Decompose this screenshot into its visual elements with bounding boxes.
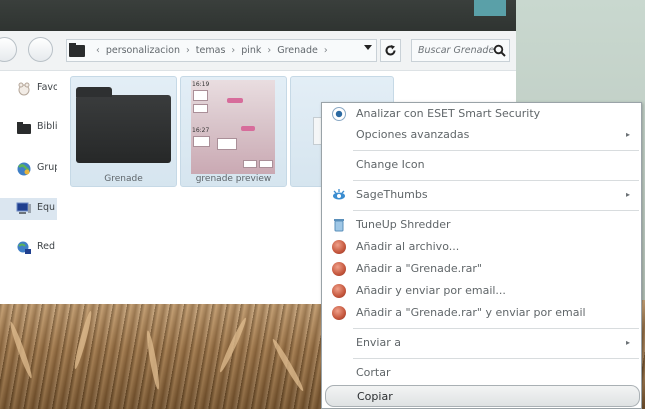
submenu-arrow-icon: ▸ [625, 338, 630, 347]
sidebar-item-network[interactable]: Red [0, 237, 57, 259]
favorites-icon [18, 82, 30, 96]
homegroup-icon [17, 162, 31, 176]
sidebar-item-label: Equ [37, 202, 56, 213]
menu-item-label: SageThumbs [356, 188, 428, 201]
submenu-arrow-icon: ▸ [625, 190, 630, 199]
menu-item-label: Cortar [356, 366, 391, 379]
sidebar-item-label: Favo [37, 82, 57, 93]
breadcrumb-chevron-icon: ‹ [96, 45, 100, 56]
menu-item-label: Analizar con ESET Smart Security [356, 107, 541, 120]
refresh-icon [385, 45, 396, 56]
breadcrumb-chevron-icon: › [231, 45, 236, 56]
sidebar-item-libraries[interactable]: Bibli [0, 117, 57, 139]
breadcrumb-segment[interactable]: personalizacion [106, 45, 180, 56]
breadcrumb-chevron-icon: › [267, 45, 272, 56]
refresh-button[interactable] [380, 39, 401, 62]
window-control-accent[interactable] [474, 0, 506, 16]
menu-separator [353, 150, 639, 151]
sidebar-item-label: Grup [37, 162, 57, 173]
menu-item-copy[interactable]: Copiar [325, 385, 640, 407]
menu-item-add-rar-and-email[interactable]: Añadir a "Grenade.rar" y enviar por emai… [325, 302, 640, 324]
wheat-stalk [217, 316, 249, 374]
menu-separator [353, 210, 639, 211]
address-bar[interactable]: ‹ personalizacion › temas › pink › Grena… [66, 39, 377, 62]
thumbnail-time-label: 16:19 [192, 81, 210, 88]
menu-item-label: Añadir al archivo... [356, 240, 460, 253]
forward-button[interactable] [28, 37, 53, 62]
wheat-stalk [144, 329, 162, 391]
sidebar-item-label: Red [37, 241, 56, 252]
sagethumbs-icon [333, 189, 345, 200]
wheat-stalk [270, 337, 306, 393]
menu-item-eset-scan[interactable]: Analizar con ESET Smart Security [325, 103, 640, 125]
navigation-toolbar: ‹ personalizacion › temas › pink › Grena… [0, 31, 516, 71]
search-icon[interactable] [493, 44, 506, 57]
folder-icon [76, 87, 171, 163]
breadcrumb-segment[interactable]: Grenade [277, 45, 318, 56]
title-bar[interactable] [0, 0, 516, 31]
menu-item-advanced-options[interactable]: Opciones avanzadas ▸ [325, 124, 640, 146]
thumbnail-time-label: 16:27 [192, 127, 210, 134]
sidebar-item-favorites[interactable]: Favo [0, 78, 57, 100]
menu-item-label: Añadir y enviar por email... [356, 284, 506, 297]
menu-item-add-to-grenade-rar[interactable]: Añadir a "Grenade.rar" [325, 258, 640, 280]
breadcrumb-chevron-icon: › [323, 45, 328, 56]
sidebar-item-homegroup[interactable]: Grup [0, 158, 57, 180]
menu-item-label: Añadir a "Grenade.rar" [356, 262, 482, 275]
menu-separator [353, 328, 639, 329]
menu-item-add-and-email[interactable]: Añadir y enviar por email... [325, 280, 640, 302]
folder-item-grenade[interactable]: Grenade [70, 76, 177, 187]
menu-separator [353, 180, 639, 181]
sidebar-item-computer[interactable]: Equ [0, 198, 57, 220]
menu-item-sagethumbs[interactable]: SageThumbs ▸ [325, 184, 640, 206]
computer-icon [16, 202, 31, 214]
shredder-icon [334, 219, 344, 232]
address-dropdown-icon[interactable] [364, 45, 372, 50]
menu-item-send-to[interactable]: Enviar a ▸ [325, 332, 640, 354]
menu-item-label: Change Icon [356, 158, 425, 171]
libraries-icon [17, 122, 31, 134]
eset-icon [332, 107, 346, 121]
image-item-grenade-preview[interactable]: 16:19 16:27 grenade preview [180, 76, 287, 187]
menu-separator [353, 358, 639, 359]
wheat-stalk [7, 320, 35, 380]
menu-item-change-icon[interactable]: Change Icon [325, 154, 640, 176]
menu-item-add-to-archive[interactable]: Añadir al archivo... [325, 236, 640, 258]
menu-item-label: Añadir a "Grenade.rar" y enviar por emai… [356, 306, 586, 319]
item-caption: grenade preview [195, 174, 272, 184]
winrar-icon [332, 284, 346, 298]
winrar-icon [332, 306, 346, 320]
image-thumbnail: 16:19 16:27 [191, 80, 275, 174]
search-input[interactable]: Buscar Grenade [411, 39, 510, 62]
item-caption: Grenade [104, 174, 143, 184]
breadcrumb-chevron-icon: › [185, 45, 190, 56]
menu-item-label: Enviar a [356, 336, 401, 349]
winrar-icon [332, 240, 346, 254]
menu-item-label: Opciones avanzadas [356, 128, 470, 141]
back-button[interactable] [0, 37, 17, 62]
menu-item-cut[interactable]: Cortar [325, 362, 640, 384]
wheat-stalk [72, 310, 94, 370]
folder-icon [69, 42, 85, 57]
menu-item-label: TuneUp Shredder [356, 218, 451, 231]
breadcrumb-segment[interactable]: pink [241, 45, 261, 56]
context-menu: Analizar con ESET Smart Security Opcione… [321, 102, 642, 409]
navigation-pane: Favo Bibli Grup Equ [0, 72, 57, 304]
network-icon [17, 241, 31, 254]
winrar-icon [332, 262, 346, 276]
breadcrumb-segment[interactable]: temas [196, 45, 226, 56]
menu-item-tuneup-shredder[interactable]: TuneUp Shredder [325, 214, 640, 236]
sidebar-item-label: Bibli [37, 121, 57, 132]
menu-item-label: Copiar [357, 390, 393, 403]
submenu-arrow-icon: ▸ [625, 130, 630, 139]
search-placeholder: Buscar Grenade [418, 45, 495, 56]
